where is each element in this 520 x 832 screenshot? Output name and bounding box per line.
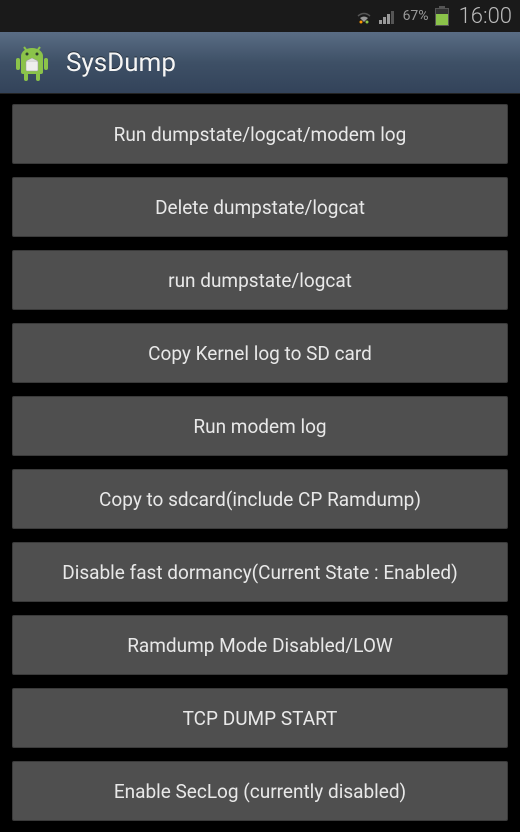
signal-icon <box>379 8 397 24</box>
delete-dumpstate-logcat-button[interactable]: Delete dumpstate/logcat <box>12 177 508 237</box>
copy-kernel-log-button[interactable]: Copy Kernel log to SD card <box>12 323 508 383</box>
battery-percentage: 67% <box>403 8 429 24</box>
disable-fast-dormancy-button[interactable]: Disable fast dormancy(Current State : En… <box>12 542 508 602</box>
run-modem-log-button[interactable]: Run modem log <box>12 396 508 456</box>
copy-to-sdcard-button[interactable]: Copy to sdcard(include CP Ramdump) <box>12 469 508 529</box>
tcp-dump-start-button[interactable]: TCP DUMP START <box>12 688 508 748</box>
enable-seclog-button[interactable]: Enable SecLog (currently disabled) <box>12 761 508 821</box>
clock: 16:00 <box>459 4 512 29</box>
run-dumpstate-logcat-modem-button[interactable]: Run dumpstate/logcat/modem log <box>12 104 508 164</box>
title-bar: SysDump <box>0 32 520 94</box>
page-title: SysDump <box>66 48 176 78</box>
android-app-icon <box>12 43 52 83</box>
buttons-container: Run dumpstate/logcat/modem log Delete du… <box>0 94 520 821</box>
wifi-icon <box>355 8 373 24</box>
ramdump-mode-button[interactable]: Ramdump Mode Disabled/LOW <box>12 615 508 675</box>
run-dumpstate-logcat-button[interactable]: run dumpstate/logcat <box>12 250 508 310</box>
status-bar: 67% 16:00 <box>0 0 520 32</box>
battery-icon <box>435 6 449 26</box>
